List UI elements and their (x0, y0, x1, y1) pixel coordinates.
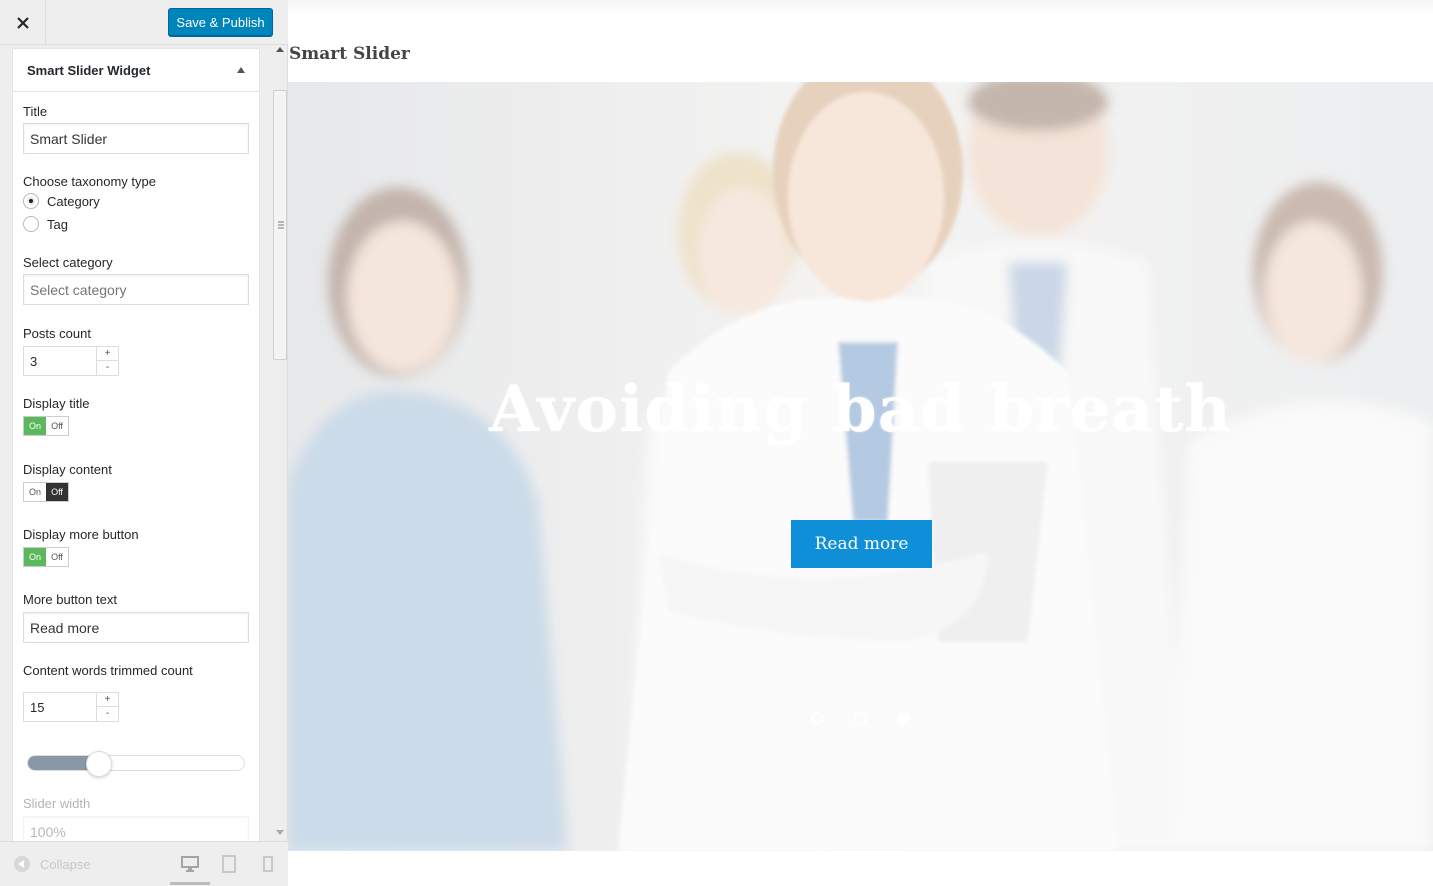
panel-scrollbar[interactable] (272, 45, 288, 841)
radio-tag-label: Tag (47, 216, 68, 232)
decrement-button[interactable]: - (97, 361, 118, 375)
display-title-label: Display title (23, 396, 90, 411)
collapse-icon (14, 856, 30, 872)
posts-count-stepper[interactable]: 3 + - (23, 346, 119, 376)
category-label: Select category (23, 255, 113, 270)
radio-category[interactable]: Category (23, 193, 100, 209)
posts-count-label: Posts count (23, 326, 91, 341)
slider-dot[interactable] (811, 712, 824, 725)
mobile-icon[interactable] (259, 855, 277, 873)
display-more-toggle[interactable]: On Off (23, 547, 69, 567)
slider-width-input[interactable] (23, 816, 249, 841)
title-label: Title (23, 104, 48, 119)
display-more-label: Display more button (23, 527, 139, 542)
active-device-indicator (170, 882, 210, 885)
slide-title: Avoiding bad breath (489, 372, 1232, 447)
range-fill (28, 756, 94, 770)
widget-header-title: Smart Slider Widget (27, 62, 151, 78)
category-select[interactable] (23, 274, 249, 305)
more-text-input[interactable] (23, 612, 249, 643)
slider-dot-active[interactable] (897, 712, 910, 725)
taxonomy-label: Choose taxonomy type (23, 174, 156, 189)
toggle-on: On (24, 417, 46, 435)
customizer-footer: Collapse (0, 841, 288, 886)
tablet-icon[interactable] (220, 855, 238, 873)
display-content-label: Display content (23, 462, 112, 477)
increment-button[interactable]: + (97, 347, 118, 361)
display-title-toggle[interactable]: On Off (23, 416, 69, 436)
widget-header[interactable]: Smart Slider Widget (13, 49, 259, 92)
radio-category-label: Category (47, 193, 100, 209)
radio-selected-dot (27, 197, 35, 205)
collapse-button[interactable]: Collapse (14, 856, 91, 872)
display-content-toggle[interactable]: On Off (23, 482, 69, 502)
toggle-on: On (28, 487, 41, 497)
toggle-off: Off (46, 483, 68, 501)
title-input[interactable] (23, 123, 249, 154)
save-publish-button[interactable]: Save & Publish (168, 8, 273, 36)
customizer-header: Save & Publish (0, 0, 288, 45)
radio-category-control[interactable] (23, 193, 39, 209)
smart-slider: Avoiding bad breath Read more (288, 82, 1433, 851)
widget-title: Smart Slider (289, 44, 410, 64)
more-text-label: More button text (23, 592, 117, 607)
scrollbar-thumb[interactable] (273, 90, 287, 360)
slider-width-label: Slider width (23, 796, 91, 811)
scroll-down-arrow-icon[interactable] (276, 830, 284, 835)
collapse-label: Collapse (40, 856, 91, 872)
posts-count-value: 3 (30, 354, 38, 369)
site-preview: Smart Slider Avoiding bad breath Read mo… (288, 0, 1433, 886)
trim-label: Content words trimmed count (23, 663, 193, 678)
close-button[interactable] (0, 0, 46, 45)
trim-value: 15 (30, 700, 45, 715)
panel-scroll-area: Smart Slider Widget Title Choose taxonom… (0, 45, 288, 841)
customizer-panel: Save & Publish Smart Slider Widget Title… (0, 0, 288, 886)
toggle-off: Off (51, 552, 63, 562)
preview-top-strip (288, 0, 1433, 16)
increment-button[interactable]: + (97, 693, 118, 707)
toggle-on: On (24, 548, 46, 566)
radio-tag[interactable]: Tag (23, 216, 68, 232)
scroll-up-arrow-icon[interactable] (276, 47, 284, 52)
close-icon (16, 16, 29, 29)
trim-range-slider[interactable] (27, 751, 245, 777)
range-thumb[interactable] (86, 751, 112, 777)
smart-slider-widget: Smart Slider Widget Title Choose taxonom… (12, 48, 260, 841)
read-more-button[interactable]: Read more (791, 520, 932, 568)
toggle-off: Off (51, 421, 63, 431)
trim-stepper[interactable]: 15 + - (23, 692, 119, 722)
desktop-icon[interactable] (181, 855, 199, 873)
decrement-button[interactable]: - (97, 707, 118, 721)
slider-dot[interactable] (854, 712, 867, 725)
slide-overlay (288, 82, 1433, 851)
collapse-arrow-icon[interactable] (237, 67, 245, 73)
radio-tag-control[interactable] (23, 216, 39, 232)
grip-icon (278, 221, 284, 229)
